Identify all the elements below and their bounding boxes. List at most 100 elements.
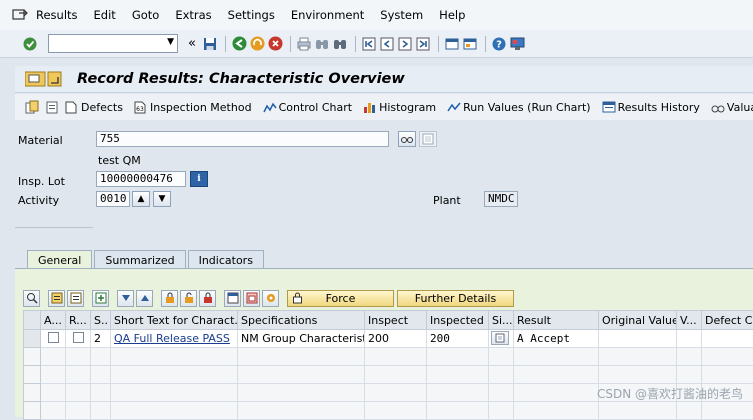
table-config-icon[interactable] (243, 290, 260, 307)
histogram-button[interactable]: Histogram (363, 101, 436, 114)
cell-inspected[interactable]: 200 (427, 330, 489, 348)
info-icon[interactable]: i (190, 171, 208, 187)
checkbox-r[interactable] (66, 330, 91, 348)
column-header-s[interactable]: S.. (91, 311, 111, 330)
run-values-label: Run Values (Run Chart) (463, 101, 590, 114)
select-all-icon[interactable] (48, 290, 65, 307)
sort-down-icon[interactable] (117, 290, 134, 307)
checkbox-a[interactable] (41, 330, 66, 348)
control-chart-button[interactable]: Control Chart (263, 101, 353, 114)
cancel-icon[interactable] (267, 36, 283, 52)
column-header-a[interactable]: A... (41, 311, 66, 330)
results-history-label: Results History (618, 101, 700, 114)
triangle-up-icon[interactable]: ▲ (132, 191, 150, 207)
column-header-r[interactable]: R... (66, 311, 91, 330)
column-header-defect-class[interactable]: Defect Cl... (702, 311, 753, 330)
settings-icon[interactable] (262, 290, 279, 307)
material-field[interactable]: 755 (96, 131, 389, 147)
cell-si[interactable] (489, 330, 514, 348)
new-session-icon[interactable] (444, 36, 460, 52)
column-header-short-text[interactable]: Short Text for Charact... (111, 311, 238, 330)
material-label: Material (18, 134, 63, 147)
sort-up-icon[interactable] (136, 290, 153, 307)
cell-seq: 2 (91, 330, 111, 348)
triangle-down-icon[interactable]: ▼ (153, 191, 171, 207)
menu-system[interactable]: System (380, 8, 423, 22)
activity-field[interactable]: 0010 (96, 191, 130, 207)
help-icon[interactable]: ? (491, 36, 507, 52)
next-page-icon[interactable] (397, 36, 413, 52)
find-icon[interactable] (314, 36, 330, 52)
back-icon[interactable] (231, 36, 247, 52)
defects-button[interactable]: Defects (65, 101, 123, 114)
chevron-down-icon[interactable]: ▼ (167, 37, 174, 47)
clipboard-icon[interactable] (45, 100, 59, 114)
screen-title-bar: Record Results: Characteristic Overview (15, 66, 753, 93)
last-page-icon[interactable] (415, 36, 431, 52)
cell-short-text[interactable]: QA Full Release PASS (111, 330, 238, 348)
menu-goto[interactable]: Goto (132, 8, 160, 22)
row-selector-header[interactable] (24, 311, 41, 330)
single-values-icon[interactable] (491, 331, 509, 345)
system-menu-icon[interactable] (12, 8, 30, 22)
column-header-v[interactable]: V... (677, 311, 702, 330)
lock-all-icon[interactable] (199, 290, 216, 307)
first-page-icon[interactable] (361, 36, 377, 52)
force-button[interactable]: Force (287, 290, 394, 307)
column-header-result[interactable]: Result (514, 311, 599, 330)
material-description: test QM (98, 154, 141, 167)
history-icon (602, 101, 615, 114)
menu-environment[interactable]: Environment (291, 8, 364, 22)
row-selector[interactable] (24, 330, 41, 348)
further-details-button[interactable]: Further Details (397, 290, 514, 307)
column-header-specifications[interactable]: Specifications (238, 311, 365, 330)
command-field[interactable]: ▼ (48, 34, 178, 53)
valuation-button[interactable]: Valuati (711, 101, 753, 114)
column-header-original-value[interactable]: Original Value (599, 311, 677, 330)
column-header-inspected[interactable]: Inspected (427, 311, 489, 330)
column-header-si[interactable]: Si... (489, 311, 514, 330)
insp-lot-field[interactable]: 10000000476 (96, 171, 186, 187)
shortcut-icon[interactable] (462, 36, 478, 52)
tab-indicators[interactable]: Indicators (188, 250, 264, 269)
short-text-link[interactable]: QA Full Release PASS (114, 332, 230, 345)
separator (290, 36, 291, 52)
insert-row-icon[interactable] (92, 290, 109, 307)
menu-settings[interactable]: Settings (228, 8, 275, 22)
grid-toolbar: Force Further Details (23, 289, 517, 307)
menu-help[interactable]: Help (439, 8, 465, 22)
print-icon[interactable] (296, 36, 312, 52)
collapse-command-icon[interactable]: « (184, 36, 200, 52)
menu-edit[interactable]: Edit (94, 8, 116, 22)
display-material-icon[interactable] (398, 131, 416, 147)
copy-icon[interactable] (25, 100, 39, 114)
table-settings-icon[interactable] (224, 290, 241, 307)
tab-summarized[interactable]: Summarized (94, 250, 185, 269)
details-icon[interactable] (419, 131, 437, 147)
menu-results[interactable]: Results (36, 8, 78, 22)
lock-icon[interactable] (161, 290, 178, 307)
enter-icon[interactable] (22, 36, 38, 52)
histogram-label: Histogram (379, 101, 436, 114)
details-zoom-icon[interactable] (23, 290, 40, 307)
menu-bar: Results Edit Goto Extras Settings Enviro… (0, 0, 753, 30)
screen-menu-icon[interactable] (25, 71, 63, 87)
cell-result[interactable]: A Accept (514, 330, 599, 348)
inspection-method-button[interactable]: 63 Inspection Method (134, 101, 252, 114)
exit-icon[interactable] (249, 36, 265, 52)
run-values-button[interactable]: Run Values (Run Chart) (447, 101, 590, 114)
customize-layout-icon[interactable] (509, 36, 525, 52)
separator (438, 36, 439, 52)
tab-general[interactable]: General (27, 250, 92, 269)
previous-page-icon[interactable] (379, 36, 395, 52)
cell-specifications: NM Group Characteristic ... (238, 330, 365, 348)
deselect-all-icon[interactable] (67, 290, 84, 307)
find-next-icon[interactable] (332, 36, 348, 52)
svg-text:63: 63 (136, 106, 144, 113)
column-header-inspect[interactable]: Inspect (365, 311, 427, 330)
results-history-button[interactable]: Results History (602, 101, 700, 114)
menu-extras[interactable]: Extras (175, 8, 211, 22)
save-icon[interactable] (202, 36, 218, 52)
unlock-icon[interactable] (180, 290, 197, 307)
divider (15, 227, 93, 228)
